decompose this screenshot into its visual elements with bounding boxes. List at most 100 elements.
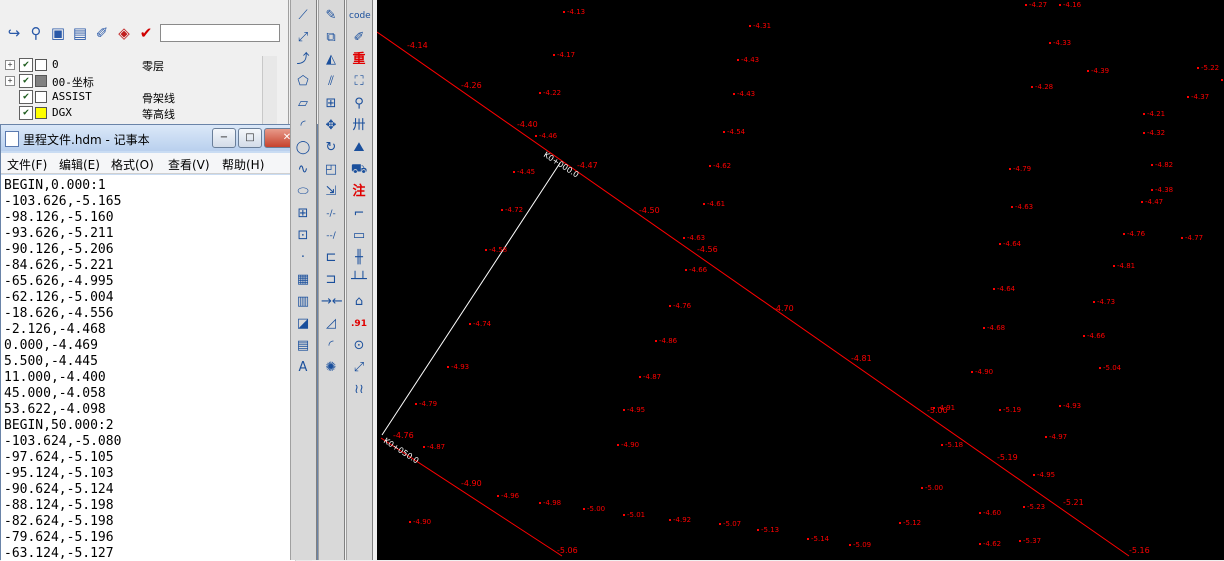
slope-icon[interactable]: ⤢ — [349, 358, 369, 378]
layer-check-icon[interactable]: ✔ — [135, 22, 157, 44]
hatch-icon[interactable]: ▦ — [293, 270, 313, 290]
layer-row[interactable]: ✔ DGX 等高线 — [0, 105, 270, 121]
table-icon[interactable]: ▤ — [293, 336, 313, 356]
code-query-icon[interactable]: code — [349, 6, 371, 26]
point-icon[interactable]: · — [293, 248, 313, 268]
select-icon[interactable]: ⛶ — [349, 72, 369, 92]
layer-row[interactable]: + ✔ 00-坐标 — [0, 73, 270, 89]
expand-icon[interactable]: + — [5, 76, 15, 86]
fence-icon[interactable]: 卅 — [349, 116, 369, 136]
drawing-canvas[interactable]: K0+000.0 K0+050.0 -4.14 -4.26 -4.40 -4.47 -4.5… — [377, 0, 1224, 560]
mirror-icon[interactable]: ◭ — [321, 50, 341, 70]
ray-icon[interactable]: ⤢ — [293, 28, 313, 48]
frame-icon[interactable]: ▭ — [349, 226, 369, 246]
trim-icon[interactable]: -/- — [321, 204, 341, 224]
edit-properties-icon[interactable]: ✐ — [349, 28, 369, 48]
break-at-point-icon[interactable]: ⊏ — [321, 248, 341, 268]
make-block-icon[interactable]: ⊡ — [293, 226, 313, 246]
rotate-icon[interactable]: ↻ — [321, 138, 341, 158]
layer-properties-icon[interactable]: ▤ — [69, 22, 91, 44]
layer-color-icon[interactable]: ◈ — [113, 22, 135, 44]
array-icon[interactable]: ⊞ — [321, 94, 341, 114]
centerline-elevation-label: -4.81 — [851, 354, 872, 363]
query-icon[interactable]: ⚲ — [349, 94, 369, 114]
layer-color-swatch[interactable] — [35, 107, 47, 119]
join-icon[interactable]: →← — [321, 292, 343, 312]
mtext-icon[interactable]: A — [293, 358, 313, 378]
spot-elevation-label: -5.00 — [587, 505, 605, 513]
extend-icon[interactable]: --/ — [321, 226, 341, 246]
drawing-svg: K0+000.0 K0+050.0 -4.14 -4.26 -4.40 -4.47 -4.5… — [377, 1, 1223, 557]
spot-height-icon[interactable]: ⛰ — [349, 138, 369, 158]
copy-icon[interactable]: ⧉ — [321, 28, 341, 48]
spot-elevation-label: -4.90 — [975, 368, 993, 376]
text-line: -82.624,-5.198 — [4, 514, 114, 529]
traverse-icon[interactable]: ⛟ — [349, 160, 369, 180]
polygon-icon[interactable]: ⬠ — [293, 72, 313, 92]
notepad-text-area[interactable]: BEGIN,0.000:1 -103.626,-5.165 -98.126,-5.1… — [1, 175, 295, 561]
spot-point-marker — [1221, 79, 1223, 81]
spot-point-marker — [1099, 367, 1101, 369]
break-icon[interactable]: ⊐ — [321, 270, 341, 290]
minimize-button[interactable]: − — [212, 128, 236, 148]
layer-filter-input[interactable] — [160, 24, 280, 42]
pointer-curve-icon[interactable]: ↪ — [3, 22, 25, 44]
elevation-icon[interactable]: .91 — [349, 314, 369, 334]
notepad-titlebar[interactable]: 里程文件.hdm - 记事本 − □ ✕ — [1, 125, 317, 151]
spot-point-marker — [723, 131, 725, 133]
menu-item[interactable]: 查看(V) — [168, 156, 210, 173]
ellipse-icon[interactable]: ⬭ — [293, 182, 313, 202]
redraw-icon[interactable]: 重 — [349, 50, 369, 70]
maximize-button[interactable]: □ — [238, 128, 262, 148]
fillet-icon[interactable]: ◜ — [321, 336, 341, 356]
spline-icon[interactable]: ∿ — [293, 160, 313, 180]
spot-point-marker — [709, 165, 711, 167]
spot-point-marker — [1011, 206, 1013, 208]
layer-visible-checkbox[interactable]: ✔ — [19, 74, 33, 88]
rail-icon[interactable]: ╫ — [349, 248, 369, 268]
scale-icon[interactable]: ◰ — [321, 160, 341, 180]
arc-icon[interactable]: ◜ — [293, 116, 313, 136]
layer-row[interactable]: + ✔ 0 零层 — [0, 57, 270, 73]
layer-state-icon[interactable]: ▣ — [47, 22, 69, 44]
layer-row[interactable]: ✔ ASSIST 骨架线 — [0, 89, 270, 105]
region-icon[interactable]: ◪ — [293, 314, 313, 334]
spot-elevation-label: -5.19 — [1003, 406, 1021, 414]
spot-point-marker — [1025, 4, 1027, 6]
layer-match-icon[interactable]: ✐ — [91, 22, 113, 44]
layer-color-swatch[interactable] — [35, 91, 47, 103]
menu-item[interactable]: 格式(O) — [111, 156, 154, 173]
corner-icon[interactable]: ⌐ — [349, 204, 369, 224]
stretch-icon[interactable]: ⇲ — [321, 182, 341, 202]
menu-item[interactable]: 编辑(E) — [59, 156, 100, 173]
expand-icon[interactable]: + — [5, 60, 15, 70]
control-point-icon[interactable]: ⊙ — [349, 336, 369, 356]
offset-icon[interactable]: ⫽ — [321, 72, 341, 92]
layer-visible-checkbox[interactable]: ✔ — [19, 106, 33, 120]
layer-color-swatch[interactable] — [35, 75, 47, 87]
layer-visible-checkbox[interactable]: ✔ — [19, 90, 33, 104]
chamfer-icon[interactable]: ◿ — [321, 314, 341, 334]
modify-toolbar: ✎ ⧉ ◭ ⫽ ⊞ ✥ ↻ ◰ ⇲ -/- --/⊏ ⊐ →← ◿ ◜ ✺ — [318, 0, 345, 560]
building-icon[interactable]: ⌂ — [349, 292, 369, 312]
move-icon[interactable]: ✥ — [321, 116, 341, 136]
insert-block-icon[interactable]: ⊞ — [293, 204, 313, 224]
fence-line-icon[interactable]: ┴┴ — [349, 270, 369, 290]
spot-point-marker — [933, 407, 935, 409]
explode-icon[interactable]: ✺ — [321, 358, 341, 378]
circle-icon[interactable]: ◯ — [293, 138, 313, 158]
layer-zoom-icon[interactable]: ⚲ — [25, 22, 47, 44]
line-icon[interactable]: ⟋ — [293, 6, 313, 26]
erase-icon[interactable]: ✎ — [321, 6, 341, 26]
rectangle-icon[interactable]: ▱ — [293, 94, 313, 114]
contour-icon[interactable]: ≀≀ — [349, 380, 369, 400]
layer-visible-checkbox[interactable]: ✔ — [19, 58, 33, 72]
annotate-icon[interactable]: 注 — [349, 182, 369, 202]
menu-item[interactable]: 文件(F) — [7, 156, 47, 173]
layer-color-swatch[interactable] — [35, 59, 47, 71]
pline-icon[interactable]: ⤴ — [293, 50, 313, 70]
menu-item[interactable]: 帮助(H) — [222, 156, 264, 173]
gradient-icon[interactable]: ▥ — [293, 292, 313, 312]
layer-list-scrollbar[interactable] — [262, 56, 277, 126]
spot-elevation-label: -4.72 — [505, 206, 523, 214]
